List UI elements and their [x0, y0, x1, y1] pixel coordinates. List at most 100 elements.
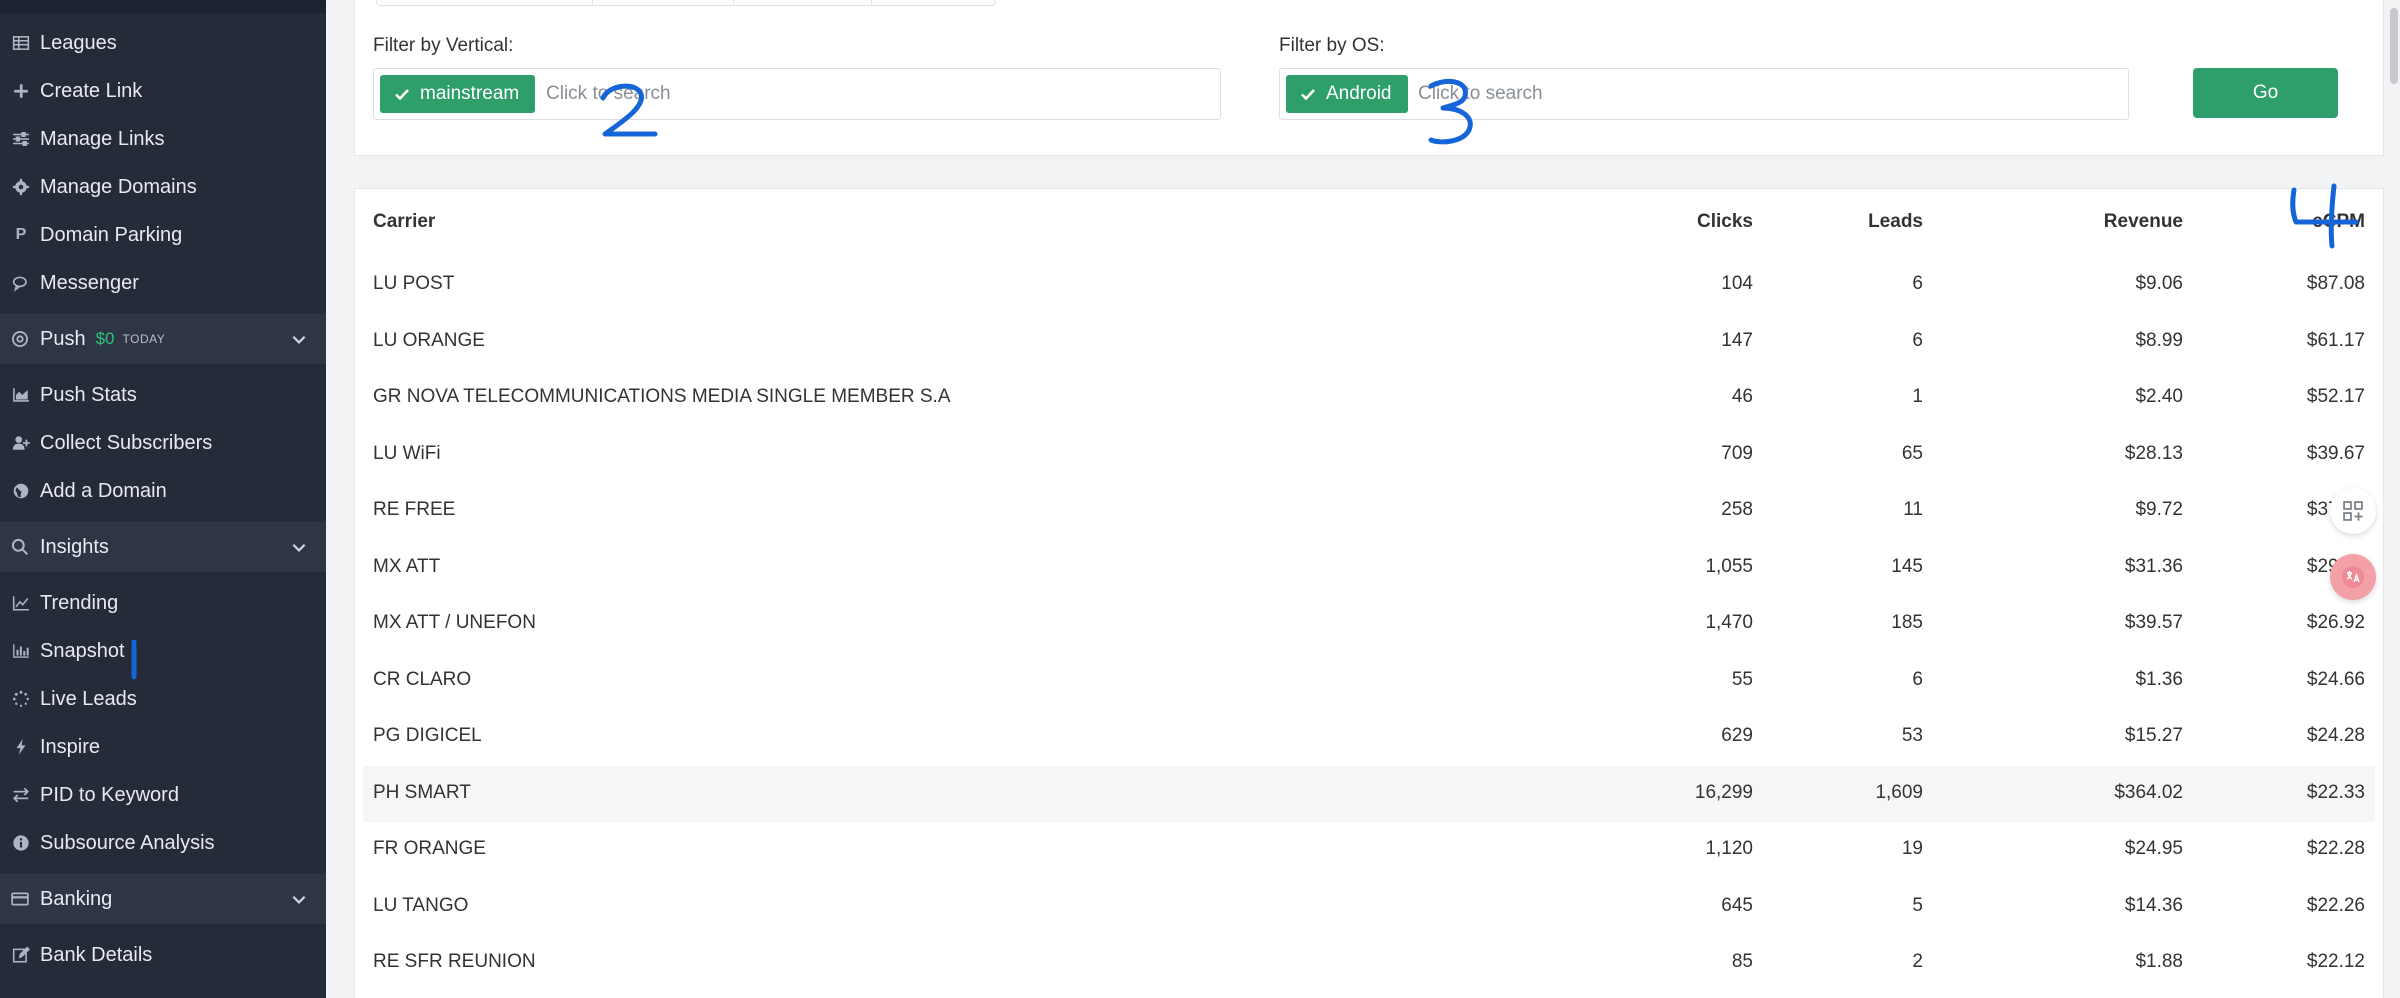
table-row[interactable]: MX ATT1,055145$31.36$29.72 — [363, 540, 2375, 596]
sidebar-item-snapshot[interactable]: Snapshot — [0, 628, 326, 674]
sidebar-item-label: Inspire — [40, 735, 101, 758]
vertical-search-input[interactable] — [546, 79, 1186, 109]
main-content: Filter by Vertical: mainstream Filter by… — [326, 0, 2400, 998]
column-header-clicks[interactable]: Clicks — [1697, 211, 1753, 233]
cell-clicks: 16,299 — [1694, 781, 1753, 803]
cell-leads: 2 — [1912, 951, 1923, 972]
table-row[interactable]: LU ORANGE 147 6 $8.99 $61.17 — [363, 314, 2375, 370]
sidebar-item-push-stats[interactable]: Push Stats — [0, 372, 326, 418]
column-header-carrier[interactable]: Carrier — [373, 211, 435, 233]
cell-revenue: $24.95 — [2124, 838, 2183, 859]
sidebar-item-leagues[interactable]: Leagues — [0, 20, 326, 66]
sidebar-item-domain-parking[interactable]: P Domain Parking — [0, 212, 326, 258]
push-amount: $0 — [95, 329, 115, 348]
bar-chart-icon — [0, 628, 40, 674]
tab-separator — [592, 0, 593, 6]
column-header-revenue[interactable]: Revenue — [2104, 211, 2183, 233]
cell-carrier: LU TANGO — [373, 894, 469, 916]
table-row[interactable]: RE FREE25811$9.72$37.67 — [363, 483, 2375, 539]
sidebar-item-messenger[interactable]: Messenger — [0, 260, 326, 306]
sidebar-item-manage-domains[interactable]: Manage Domains — [0, 164, 326, 210]
scrollbar-thumb[interactable] — [2390, 8, 2398, 84]
table-row[interactable]: RE SFR REUNION 85 2 $1.88 $22.12 — [363, 935, 2375, 991]
vertical-chip[interactable]: mainstream — [380, 75, 536, 113]
os-search-input[interactable] — [1418, 79, 2098, 109]
cell-leads: 1,609 — [1875, 781, 1923, 803]
bolt-icon — [0, 724, 40, 770]
sidebar-item-trending[interactable]: Trending — [0, 580, 326, 626]
sidebar-item-live-leads[interactable]: Live Leads — [0, 676, 326, 722]
cell-clicks: 258 — [1721, 499, 1753, 520]
sidebar-item-pid-to-keyword[interactable]: PID to Keyword — [0, 772, 326, 818]
cell-revenue: $1.88 — [2135, 951, 2183, 972]
tab-separator — [871, 0, 872, 6]
cell-carrier: PH SMART — [373, 781, 471, 803]
sidebar-section-insights[interactable]: Insights — [0, 522, 326, 572]
cell-revenue: $364.02 — [2114, 781, 2183, 803]
sidebar-item-create-link[interactable]: Create Link — [0, 68, 326, 114]
user-plus-icon — [0, 420, 40, 466]
sidebar-item-label: Collect Subscribers — [40, 431, 213, 454]
tab-separator — [733, 0, 734, 6]
cell-ecpm: $61.17 — [2306, 329, 2365, 351]
cell-revenue: $1.36 — [2135, 668, 2183, 690]
sidebar-item-subsource-analysis[interactable]: Subsource Analysis — [0, 820, 326, 866]
sidebar-item-label: Domain Parking — [40, 223, 183, 246]
sidebar-item-label: Subsource Analysis — [40, 831, 215, 854]
sidebar-item-add-a-domain[interactable]: Add a Domain — [0, 468, 326, 514]
cell-carrier: MX ATT — [373, 555, 441, 577]
sidebar: Leagues Create Link Manage Links Manage … — [0, 0, 326, 998]
sidebar-item-label: Live Leads — [40, 687, 137, 710]
sidebar-item-label: Manage Domains — [40, 175, 197, 198]
sidebar-item-collect-subscribers[interactable]: Collect Subscribers — [0, 420, 326, 466]
translate-icon — [2342, 566, 2364, 588]
parking-icon: P — [15, 226, 27, 243]
cell-revenue: $2.40 — [2135, 386, 2183, 407]
sidebar-item-manage-links[interactable]: Manage Links — [0, 116, 326, 162]
column-header-ecpm[interactable]: eCPM — [2312, 211, 2365, 233]
cell-ecpm: $22.33 — [2306, 781, 2365, 803]
cell-leads: 5 — [1912, 894, 1923, 916]
table-row[interactable]: GR NOVA TELECOMMUNICATIONS MEDIA SINGLE … — [363, 370, 2375, 426]
cell-ecpm: $22.28 — [2306, 838, 2365, 859]
cell-carrier: LU WiFi — [373, 442, 441, 464]
cell-clicks: 104 — [1721, 273, 1753, 294]
sidebar-topbar — [0, 0, 326, 13]
os-chip-label: Android — [1326, 83, 1392, 104]
cell-revenue: $9.06 — [2135, 273, 2183, 294]
os-chip[interactable]: Android — [1286, 75, 1408, 113]
sidebar-section-push[interactable]: Push $0 TODAY — [0, 314, 326, 364]
credit-card-icon — [0, 890, 40, 908]
os-tag-input[interactable]: Android — [1279, 68, 2129, 120]
translate-button[interactable] — [2330, 554, 2376, 600]
table-row[interactable]: PG DIGICEL 629 53 $15.27 $24.28 — [363, 709, 2375, 765]
table-row[interactable]: FR ORANGE 1,120 19 $24.95 $22.28 — [363, 822, 2375, 878]
filter-vertical-label: Filter by Vertical: — [373, 35, 514, 56]
cell-ecpm: $87.08 — [2306, 273, 2365, 294]
insights-label: Insights — [40, 535, 109, 558]
sidebar-item-label: Messenger — [40, 271, 139, 294]
check-icon — [1301, 89, 1315, 101]
table-row[interactable]: LU POST 104 6 $9.06 $87.08 — [363, 257, 2375, 313]
table-row[interactable]: CR CLARO 55 6 $1.36 $24.66 — [363, 653, 2375, 709]
apps-grid-button[interactable] — [2330, 488, 2376, 534]
cell-carrier: RE FREE — [373, 499, 456, 520]
vertical-tag-input[interactable]: mainstream — [373, 68, 1221, 120]
check-icon — [395, 89, 409, 101]
column-header-leads[interactable]: Leads — [1868, 211, 1923, 233]
table-row[interactable]: MX ATT / UNEFON 1,470 185 $39.57 $26.92 — [363, 596, 2375, 652]
table-row[interactable]: PH SMART 16,299 1,609 $364.02 $22.33 — [363, 765, 2375, 822]
sidebar-section-banking[interactable]: Banking — [0, 874, 326, 924]
table-row[interactable]: LU WiFi 709 65 $28.13 $39.67 — [363, 427, 2375, 483]
cell-leads: 6 — [1912, 329, 1923, 351]
cell-revenue: $8.99 — [2135, 329, 2183, 351]
cell-ecpm: $24.66 — [2306, 668, 2365, 690]
plus-icon — [0, 68, 40, 114]
table-row[interactable]: LU TANGO 645 5 $14.36 $22.26 — [363, 879, 2375, 935]
go-button[interactable]: Go — [2193, 68, 2338, 118]
sidebar-item-label: Leagues — [40, 31, 117, 54]
gear-icon — [0, 164, 40, 210]
sidebar-item-inspire[interactable]: Inspire — [0, 724, 326, 770]
cell-carrier: CR CLARO — [373, 668, 472, 690]
sidebar-item-bank-details[interactable]: Bank Details — [0, 932, 326, 978]
